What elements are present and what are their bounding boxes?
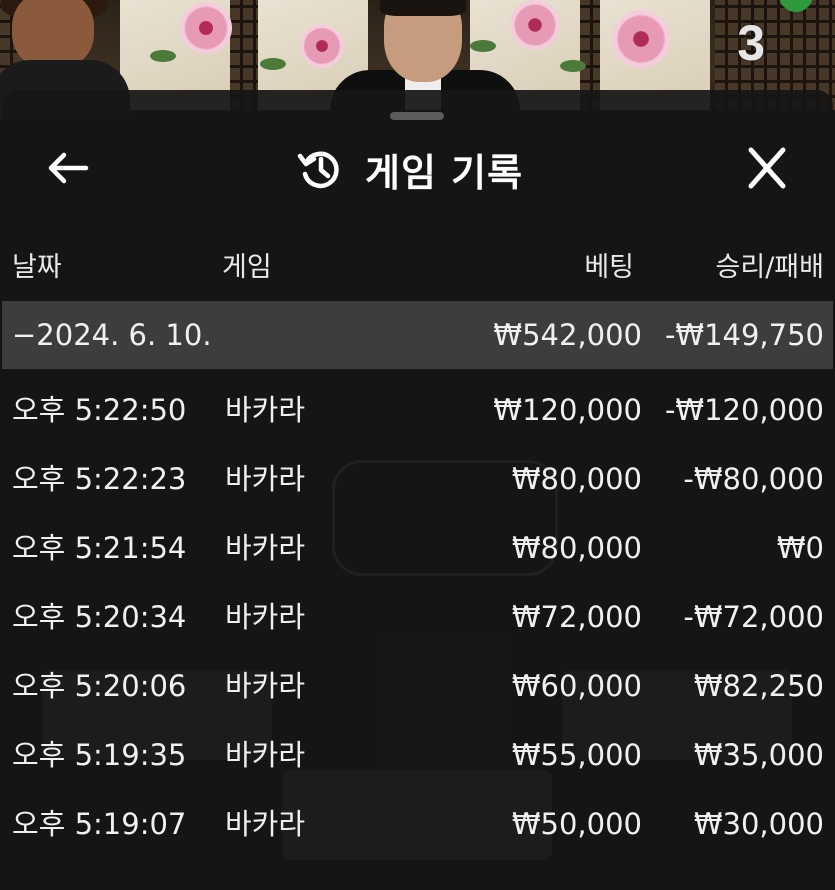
leaf-decoration	[150, 50, 176, 62]
row-result: -₩80,000	[683, 462, 824, 496]
history-row[interactable]: 오후 5:22:50 바카라 ₩120,000 -₩120,000	[2, 376, 833, 445]
row-game: 바카라	[225, 393, 306, 427]
row-time: 오후 5:22:23	[12, 462, 187, 496]
row-bet: ₩50,000	[511, 807, 642, 841]
game-history-sheet: 게임 기록 날짜 게임 베팅 승리/패배 −2024. 6. 10. ₩542,…	[2, 90, 833, 890]
row-time: 오후 5:21:54	[12, 531, 187, 565]
back-button[interactable]	[42, 146, 92, 190]
row-bet: ₩120,000	[493, 393, 642, 427]
sheet-title: 게임 기록	[365, 150, 524, 195]
history-row[interactable]: 오후 5:20:34 바카라 ₩72,000 -₩72,000	[2, 583, 833, 652]
row-game: 바카라	[225, 462, 306, 496]
row-result: ₩30,000	[693, 807, 824, 841]
flower-decoration	[612, 10, 670, 68]
round-number: 3	[737, 15, 765, 71]
day-result-total: -₩149,750	[664, 318, 824, 352]
row-result: ₩35,000	[693, 738, 824, 772]
history-row[interactable]: 오후 5:22:23 바카라 ₩80,000 -₩80,000	[2, 445, 833, 514]
day-date: −2024. 6. 10.	[12, 318, 212, 352]
row-game: 바카라	[225, 807, 306, 841]
row-result: ₩0	[776, 531, 824, 565]
row-game: 바카라	[225, 738, 306, 772]
drag-handle[interactable]	[390, 112, 444, 120]
leaf-decoration	[260, 58, 286, 70]
history-row[interactable]: 오후 5:19:07 바카라 ₩50,000 ₩30,000	[2, 790, 833, 859]
row-bet: ₩80,000	[511, 531, 642, 565]
row-time: 오후 5:19:35	[12, 738, 187, 772]
row-bet: ₩55,000	[511, 738, 642, 772]
row-time: 오후 5:22:50	[12, 393, 187, 427]
history-row[interactable]: 오후 5:20:06 바카라 ₩60,000 ₩82,250	[2, 652, 833, 721]
sheet-header: 게임 기록	[2, 126, 833, 206]
day-summary-row[interactable]: −2024. 6. 10. ₩542,000 -₩149,750	[2, 301, 833, 369]
close-button[interactable]	[742, 146, 792, 190]
column-header-result: 승리/패배	[715, 252, 824, 283]
row-bet: ₩60,000	[511, 669, 642, 703]
row-time: 오후 5:19:07	[12, 807, 187, 841]
row-bet: ₩80,000	[511, 462, 642, 496]
row-game: 바카라	[225, 600, 306, 634]
row-time: 오후 5:20:34	[12, 600, 187, 634]
flower-decoration	[510, 0, 560, 50]
title-group: 게임 기록	[297, 144, 524, 195]
column-header-game: 게임	[222, 252, 272, 283]
flower-decoration	[180, 2, 232, 54]
arrow-left-icon	[48, 152, 89, 184]
leaf-decoration	[560, 60, 586, 72]
history-row[interactable]: 오후 5:21:54 바카라 ₩80,000 ₩0	[2, 514, 833, 583]
row-result: -₩120,000	[664, 393, 824, 427]
leaf-decoration	[470, 40, 496, 52]
history-row[interactable]: 오후 5:19:35 바카라 ₩55,000 ₩35,000	[2, 721, 833, 790]
flower-decoration	[300, 24, 344, 68]
column-header-bet: 베팅	[584, 252, 634, 283]
row-bet: ₩72,000	[511, 600, 642, 634]
row-result: -₩72,000	[683, 600, 824, 634]
row-result: ₩82,250	[693, 669, 824, 703]
row-game: 바카라	[225, 531, 306, 565]
row-time: 오후 5:20:06	[12, 669, 187, 703]
close-icon	[748, 147, 786, 189]
day-bet-total: ₩542,000	[493, 318, 642, 352]
history-icon	[297, 151, 339, 189]
column-header-date: 날짜	[12, 252, 62, 283]
dealer-figure	[380, 0, 466, 16]
row-game: 바카라	[225, 669, 306, 703]
